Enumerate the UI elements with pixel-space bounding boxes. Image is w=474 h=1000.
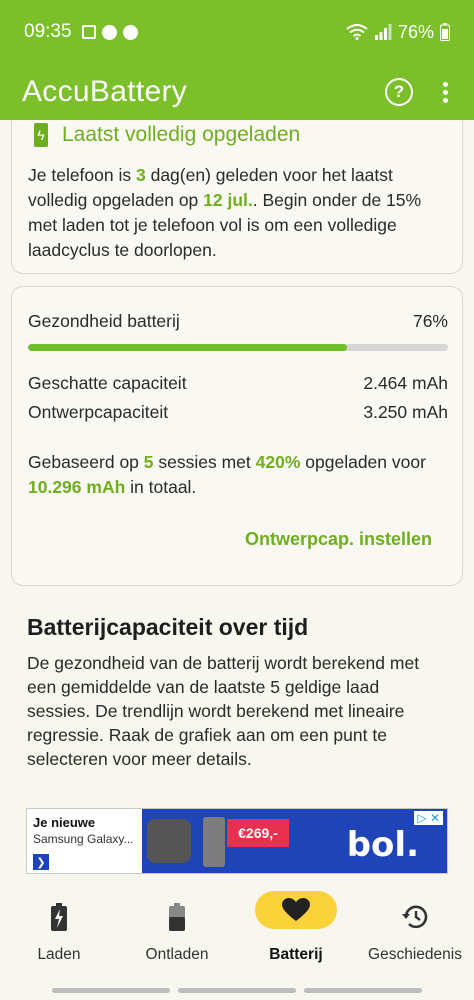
wifi-icon	[346, 24, 368, 40]
nav-label: Ontladen	[145, 946, 209, 963]
design-capacity-row: Ontwerpcapaciteit 3.250 mAh	[28, 402, 448, 423]
text-part: in totaal.	[125, 477, 197, 497]
battery-icon	[440, 23, 450, 41]
text-part: opgeladen voor	[300, 452, 426, 472]
ad-headline: Je nieuwe	[33, 815, 96, 830]
date-value: 12 jul.	[203, 190, 253, 210]
last-full-charge-card: ϟ Laatst volledig opgeladen Je telefoon …	[11, 120, 463, 274]
text-part: sessies met	[153, 452, 256, 472]
ad-price: €269,-	[227, 819, 289, 847]
battery-discharging-icon	[155, 902, 199, 932]
heart-icon	[255, 891, 337, 929]
estimated-capacity-label: Geschatte capaciteit	[28, 373, 187, 393]
nav-label: Laden	[37, 946, 81, 963]
nav-label: Geschiedenis	[368, 946, 462, 963]
health-label: Gezondheid batterij	[28, 311, 180, 331]
nav-label: Batterij	[269, 946, 323, 963]
scroll-content[interactable]: ϟ Laatst volledig opgeladen Je telefoon …	[0, 120, 474, 810]
last-charge-text: Je telefoon is 3 dag(en) geleden voor he…	[28, 163, 448, 263]
days-value: 3	[135, 165, 146, 185]
sessions-count: 5	[143, 452, 154, 472]
design-capacity-value: 3.250 mAh	[363, 402, 448, 422]
capacity-over-time-description: De gezondheid van de batterij wordt bere…	[27, 653, 420, 769]
last-charge-heading: Laatst volledig opgeladen	[62, 123, 301, 146]
notification-app-icon	[101, 24, 117, 40]
last-charge-header: ϟ Laatst volledig opgeladen	[34, 123, 300, 147]
text-part: Gebaseerd op	[28, 452, 144, 472]
gallery-icon	[81, 25, 96, 39]
estimated-capacity-value: 2.464 mAh	[363, 373, 448, 393]
estimated-capacity-row: Geschatte capaciteit 2.464 mAh	[28, 373, 448, 394]
more-options-icon[interactable]	[439, 81, 452, 103]
battery-percent: 76%	[397, 21, 434, 42]
app-title: AccuBattery	[22, 75, 188, 108]
ad-text-panel: Je nieuwe Samsung Galaxy... ❯	[27, 809, 142, 873]
system-icons: 76%	[346, 22, 450, 43]
status-time: 09:35	[24, 21, 72, 42]
battery-charging-icon	[37, 902, 81, 932]
battery-charging-icon: ϟ	[34, 123, 48, 147]
gesture-bar	[304, 988, 422, 993]
history-icon	[393, 902, 437, 932]
notification-app-icon	[122, 24, 138, 40]
advertisement-banner[interactable]: Je nieuwe Samsung Galaxy... ❯ €269,- bol…	[26, 808, 448, 874]
status-bar: 09:35 76%	[0, 0, 474, 64]
capacity-over-time-title: Batterijcapaciteit over tijd	[27, 614, 309, 640]
earbuds-image	[147, 819, 191, 863]
phone-image	[203, 817, 225, 867]
battery-health-card: Gezondheid batterij 76% Geschatte capaci…	[11, 286, 463, 586]
health-progress-bar	[28, 344, 448, 351]
sessions-summary: Gebaseerd op 5 sessies met 420% opgelade…	[28, 450, 448, 500]
help-icon[interactable]: ?	[385, 78, 413, 106]
health-value: 76%	[412, 311, 448, 331]
nav-item-ontladen[interactable]: Ontladen	[118, 878, 236, 978]
bottom-navigation: Laden Ontladen Batterij Geschiedenis	[0, 878, 474, 978]
app-bar: AccuBattery ?	[0, 64, 474, 120]
health-progress-fill	[28, 344, 348, 351]
text-part: Je telefoon is	[28, 165, 136, 185]
total-charged: 10.296 mAh	[28, 477, 126, 497]
gesture-bar	[178, 988, 296, 993]
ad-subtitle: Samsung Galaxy...	[33, 832, 134, 846]
design-capacity-label: Ontwerpcapaciteit	[28, 402, 169, 422]
signal-icon	[374, 24, 392, 40]
set-design-capacity-button[interactable]: Ontwerpcap. instellen	[245, 529, 432, 550]
notification-icons	[81, 24, 138, 40]
ad-arrow-icon[interactable]: ❯	[33, 854, 49, 870]
charged-percent: 420%	[255, 452, 301, 472]
gesture-bar	[52, 988, 170, 993]
nav-item-batterij[interactable]: Batterij	[237, 878, 355, 978]
nav-item-geschiedenis[interactable]: Geschiedenis	[356, 878, 474, 978]
health-row: Gezondheid batterij 76%	[28, 311, 448, 332]
ad-choices-icon[interactable]: ▷ ✕	[414, 811, 443, 825]
nav-item-laden[interactable]: Laden	[0, 878, 118, 978]
ad-brand-logo: bol.	[346, 825, 419, 865]
